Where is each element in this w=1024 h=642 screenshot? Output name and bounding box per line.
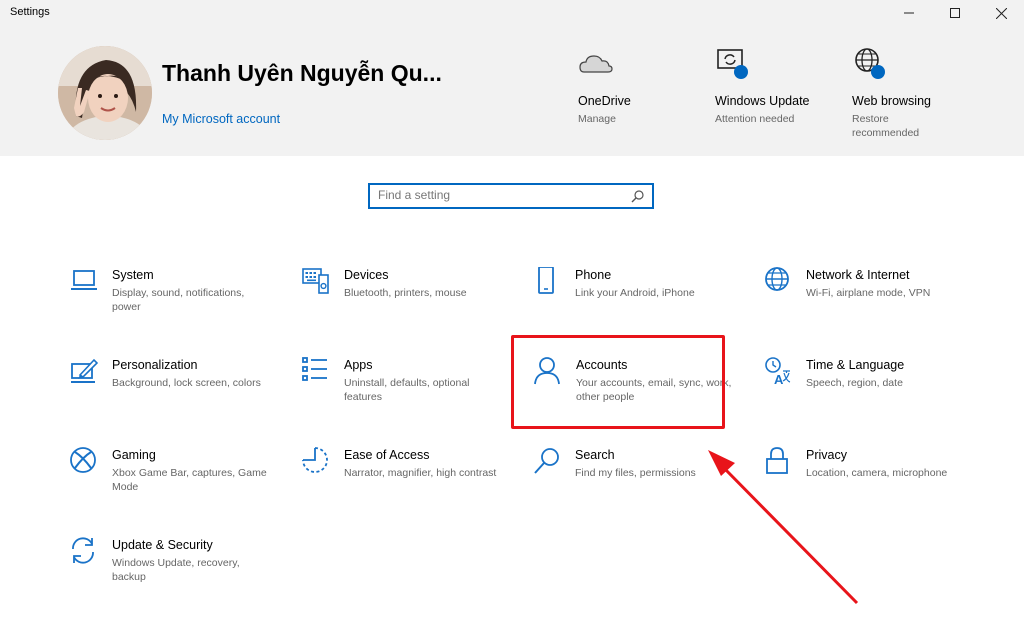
category-system[interactable]: System Display, sound, notifications, po… [70,267,270,337]
cloud-icon [579,55,613,73]
maximize-button[interactable] [932,0,978,26]
time-language-icon: A [765,357,791,385]
category-subtitle: Bluetooth, printers, mouse [344,287,467,299]
sync-icon [72,537,94,564]
minimize-button[interactable] [886,0,932,26]
category-ease-of-access[interactable]: Ease of Access Narrator, magnifier, high… [302,447,502,517]
category-personalization[interactable]: Personalization Background, lock screen,… [70,357,270,427]
category-network-internet[interactable]: Network & Internet Wi-Fi, airplane mode,… [764,267,964,337]
window-title: Settings [10,6,50,18]
category-subtitle: Location, camera, microphone [806,467,948,479]
my-microsoft-account-link[interactable]: My Microsoft account [162,112,280,126]
category-gaming[interactable]: Gaming Xbox Game Bar, captures, Game Mod… [70,447,270,517]
xbox-icon [70,447,96,473]
category-devices[interactable]: Devices Bluetooth, printers, mouse [302,267,502,337]
category-title: Gaming [112,448,156,462]
keyboard-icon [302,268,329,294]
category-time-language[interactable]: A Time & Language Speech, region, date [764,357,964,427]
category-title: Devices [344,268,389,282]
category-subtitle: Background, lock screen, colors [112,377,261,389]
title-bar: Settings [0,0,1024,26]
windows-update-icon [717,49,748,79]
find-setting-search-box[interactable] [368,183,654,209]
accounts-highlight-box [511,335,725,429]
category-subtitle: Uninstall, defaults, optional features [344,377,470,403]
globe-icon [855,48,885,79]
onedrive-title: OneDrive [578,94,631,108]
category-subtitle: Narrator, magnifier, high contrast [344,467,497,479]
maximize-icon [950,8,960,18]
globe-icon [765,267,789,291]
category-subtitle: Display, sound, notifications, power [112,287,245,313]
category-title: Network & Internet [806,268,910,282]
category-apps[interactable]: Apps Uninstall, defaults, optional featu… [302,357,502,427]
paint-icon [71,358,98,383]
category-update-security[interactable]: Update & Security Windows Update, recove… [70,537,270,607]
windows-update-title: Windows Update [715,94,810,108]
category-search[interactable]: Search Find my files, permissions [533,447,733,517]
category-subtitle: Xbox Game Bar, captures, Game Mode [112,467,267,493]
category-subtitle: Windows Update, recovery, backup [112,557,240,583]
onedrive-subtitle: Manage [578,113,616,125]
ease-of-access-icon [302,447,328,473]
category-title: System [112,268,154,282]
category-title: Update & Security [112,538,213,552]
minimize-icon [904,12,914,14]
category-title: Personalization [112,358,198,372]
category-title: Ease of Access [344,448,430,462]
category-subtitle: Speech, region, date [806,377,903,389]
category-title: Phone [575,268,612,282]
avatar[interactable] [58,46,152,140]
search-input[interactable] [378,188,618,202]
category-title: Privacy [806,448,847,462]
laptop-icon [71,270,97,290]
close-button[interactable] [978,0,1024,26]
category-title: Apps [344,358,373,372]
search-icon [631,190,644,203]
apps-list-icon [302,357,327,381]
web-browsing-subtitle: Restore recommended [852,113,920,139]
windows-update-subtitle: Attention needed [715,113,795,125]
lock-icon [766,447,788,474]
user-name: Thanh Uyên Nguyễn Qu... [162,60,442,86]
category-subtitle: Link your Android, iPhone [575,287,695,299]
category-subtitle: Find my files, permissions [575,467,696,479]
category-title: Time & Language [806,358,905,372]
close-icon [995,7,1007,19]
category-privacy[interactable]: Privacy Location, camera, microphone [764,447,964,517]
profile-photo [58,46,152,140]
category-title: Search [575,448,615,462]
category-phone[interactable]: Phone Link your Android, iPhone [533,267,733,337]
web-browsing-title: Web browsing [852,94,931,108]
search-icon [534,448,559,474]
category-subtitle: Wi-Fi, airplane mode, VPN [806,287,931,299]
svg-text:A: A [774,372,784,385]
phone-icon [538,267,554,294]
